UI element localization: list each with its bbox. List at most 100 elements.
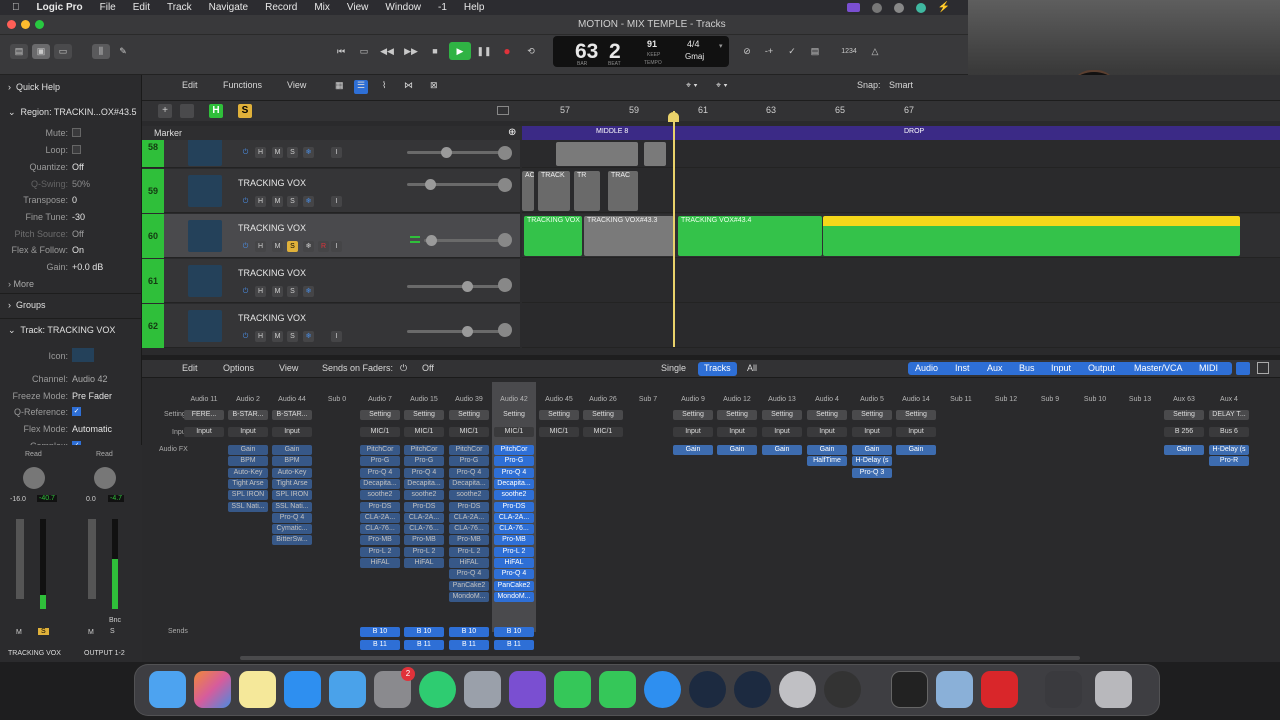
volume-slider[interactable] — [407, 326, 502, 337]
plugin-slot[interactable]: Decapita... — [404, 478, 444, 489]
preview-icon[interactable] — [936, 671, 973, 708]
plugin-slot[interactable]: Auto-Key — [228, 467, 268, 478]
plugin-slot[interactable]: Gain — [852, 445, 892, 455]
plugin-slot[interactable]: HiFAL — [360, 558, 400, 568]
loop-checkbox[interactable] — [72, 145, 81, 154]
flex-icon[interactable] — [410, 236, 420, 243]
mixer-horizontal-scrollbar[interactable] — [240, 656, 1080, 660]
setting-button[interactable]: B-STAR... — [272, 410, 312, 420]
lcd-dropdown-icon[interactable]: ▾ — [719, 42, 723, 50]
marker-lane[interactable] — [522, 126, 1280, 140]
solo-button[interactable]: S — [287, 241, 298, 252]
send-slot[interactable]: B 11 — [360, 640, 400, 650]
tracks-functions-menu[interactable]: Functions — [223, 80, 262, 94]
plugin-slot[interactable]: Pro-Q 4 — [272, 512, 312, 523]
plugin-slot[interactable]: SPL IRON — [272, 490, 312, 501]
setting-button[interactable]: Setting — [762, 410, 802, 420]
lcd-key[interactable]: Gmaj — [685, 52, 704, 61]
play-from-selection-icon[interactable]: ▭ — [355, 44, 373, 59]
track-header-59[interactable]: 59 TRACKING VOX ⏻ H M S ❄ I — [142, 169, 520, 213]
input-slot[interactable]: Input — [228, 427, 268, 437]
plugin-slot[interactable]: Gain — [1164, 445, 1204, 455]
setting-button[interactable]: DELAY T... — [1209, 410, 1249, 420]
count-in-button[interactable]: 1234 — [840, 44, 858, 59]
hide-button[interactable]: H — [255, 331, 266, 342]
pan-knob[interactable] — [498, 146, 512, 160]
status-app-icon[interactable] — [846, 3, 860, 12]
hide-button[interactable]: H — [255, 241, 266, 252]
mute-button[interactable]: M — [272, 286, 283, 297]
plugin-slot[interactable]: Pro-G — [360, 456, 400, 467]
solo-button[interactable]: S — [287, 196, 298, 207]
volume-slider[interactable] — [407, 281, 502, 292]
plugin-slot[interactable]: CLA-2A... — [404, 512, 444, 523]
go-to-start-icon[interactable]: ⏮ — [332, 44, 350, 59]
menu-file[interactable]: File — [100, 2, 116, 13]
toolbar-icon[interactable]: ▭ — [54, 44, 72, 59]
plugin-slot[interactable]: CLA-2A... — [360, 512, 400, 523]
tab-single[interactable]: Single — [661, 363, 686, 377]
automation-icon[interactable]: ⌇ — [382, 80, 386, 94]
pause-icon[interactable]: ❚❚ — [475, 44, 493, 59]
track-header-60[interactable]: 60 TRACKING VOX ⏻ H M S ❄ R I — [142, 214, 520, 258]
secondary-tool-icon[interactable]: ⌖ ▾ — [716, 80, 727, 94]
plugin-slot[interactable]: Gain — [762, 445, 802, 455]
region-header[interactable]: ⌄ Region: TRACKIN...OX#43.5 — [8, 107, 136, 118]
lcd-display[interactable]: 63 2 BAR BEAT 91 KEEP TEMPO 4/4 Gmaj ▾ — [553, 36, 729, 67]
menu-view[interactable]: View — [347, 2, 369, 13]
pan-knob[interactable] — [23, 467, 45, 489]
input-monitor-button[interactable]: I — [331, 147, 342, 158]
input-slot[interactable]: MIC/1 — [449, 427, 489, 437]
plugin-slot[interactable]: HiFAL — [494, 558, 534, 568]
setting-button[interactable]: Setting — [494, 410, 534, 420]
freeze-icon[interactable]: ❄ — [303, 196, 314, 207]
messages-icon[interactable] — [554, 671, 591, 708]
plugin-slot[interactable]: Decapita... — [494, 478, 534, 489]
plugin-slot[interactable]: CLA-2A... — [449, 512, 489, 523]
plugin-slot[interactable]: Gain — [717, 445, 757, 455]
track-lane-62[interactable] — [522, 304, 1280, 348]
plugin-slot[interactable]: Decapita... — [360, 478, 400, 489]
mute-button[interactable]: M — [272, 196, 283, 207]
audio-region[interactable]: TRAC — [608, 171, 638, 211]
plugin-slot[interactable]: Pro-Q 4 — [449, 569, 489, 580]
plugin-slot[interactable]: SSL Nati... — [272, 501, 312, 512]
fast-forward-icon[interactable]: ▶▶ — [402, 44, 420, 59]
plugin-slot[interactable]: Pro-L 2 — [360, 546, 400, 557]
trash-icon[interactable] — [1095, 671, 1132, 708]
smart-controls-icon[interactable]: ⫼ — [92, 44, 110, 59]
plugin-slot[interactable]: Pro-L 2 — [494, 546, 534, 557]
list-view-icon[interactable]: ☰ — [354, 80, 369, 94]
plugin-slot[interactable]: PanCake2 — [449, 580, 489, 591]
plugin-slot[interactable]: Gain — [673, 445, 713, 455]
plugin-slot[interactable]: Pro-G — [494, 456, 534, 467]
solo-button[interactable]: S — [38, 628, 49, 635]
narrow-strips-icon[interactable] — [1257, 362, 1269, 374]
mail-icon[interactable] — [329, 671, 366, 708]
hide-button[interactable]: H — [255, 286, 266, 297]
plugin-slot[interactable]: MondoM... — [494, 591, 534, 602]
audio-region[interactable]: TR — [574, 171, 600, 211]
track-header-62[interactable]: 62 TRACKING VOX ⏻ H M S ❄ I — [142, 304, 520, 348]
plugin-slot[interactable]: Pro-R — [1209, 456, 1249, 467]
setting-button[interactable]: Setting — [360, 410, 400, 420]
automation-mode[interactable]: Read — [25, 451, 42, 458]
filter-inst[interactable]: Inst — [955, 363, 970, 377]
status-icon[interactable] — [893, 2, 904, 13]
input-monitor-button[interactable]: I — [331, 331, 342, 342]
audio-region[interactable]: TRACKING VOX — [524, 216, 582, 256]
cycle-icon[interactable]: ⟲ — [522, 44, 540, 59]
volume-knob[interactable] — [441, 147, 452, 158]
volume-fader[interactable] — [16, 519, 24, 599]
input-slot[interactable]: Input — [852, 427, 892, 437]
plugin-slot[interactable]: SSL Nati... — [228, 501, 268, 512]
volume-knob[interactable] — [462, 281, 473, 292]
input-monitor-button[interactable]: I — [331, 196, 342, 207]
menu-record[interactable]: Record — [265, 2, 297, 13]
plugin-slot[interactable]: CLA-2A... — [494, 512, 534, 523]
obs-icon[interactable] — [824, 671, 861, 708]
plugin-slot[interactable]: HiFAL — [404, 558, 444, 568]
mixer-view-menu[interactable]: View — [279, 363, 298, 377]
mixer-edit-menu[interactable]: Edit — [182, 363, 198, 377]
zoom-window-icon[interactable] — [35, 20, 44, 29]
